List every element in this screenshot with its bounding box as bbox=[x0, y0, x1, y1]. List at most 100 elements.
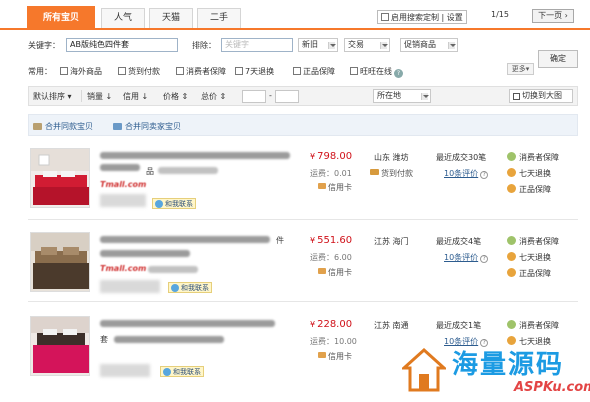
price-max-input[interactable] bbox=[275, 90, 299, 103]
sort-default-label: 默认排序 bbox=[33, 92, 65, 101]
price-value: 798.00 bbox=[317, 151, 353, 162]
seller-name[interactable] bbox=[100, 364, 150, 377]
help-icon[interactable]: ? bbox=[480, 255, 489, 263]
confirm-button[interactable]: 确定 bbox=[538, 50, 578, 68]
product-title[interactable] bbox=[100, 320, 275, 327]
merge-same-seller-label: 合并同卖家宝贝 bbox=[125, 122, 181, 131]
tab-second-hand[interactable]: 二手 bbox=[197, 8, 241, 28]
merge-icon bbox=[33, 123, 42, 130]
custom-search-checkbox[interactable] bbox=[381, 13, 389, 21]
merge-same-item-link[interactable]: 合并同款宝贝 bbox=[33, 121, 93, 132]
filter-consumer-protection[interactable]: 消费者保障 bbox=[176, 66, 226, 77]
checkbox[interactable] bbox=[350, 67, 358, 75]
contact-seller-button[interactable]: 和我联系 bbox=[168, 282, 212, 293]
shield-icon bbox=[507, 236, 516, 245]
return-icon bbox=[507, 168, 516, 177]
credit-card-badge: 信用卡 bbox=[318, 182, 352, 193]
shield-icon bbox=[507, 152, 516, 161]
recent-sales: 最近成交30笔 bbox=[436, 153, 487, 162]
filter-overseas[interactable]: 海外商品 bbox=[60, 66, 102, 77]
filter-genuine[interactable]: 正品保障 bbox=[293, 66, 335, 77]
condition-dropdown[interactable]: 新旧 bbox=[298, 38, 338, 52]
product-thumbnail[interactable] bbox=[30, 232, 90, 292]
shipping-fee: 运费：0.01 bbox=[310, 169, 352, 178]
keyword-input[interactable]: AB版纯色四件套 bbox=[66, 38, 178, 52]
tmall-brand: Tmall.com bbox=[100, 180, 147, 189]
filter-wangwang-online[interactable]: 旺旺在线? bbox=[350, 66, 403, 78]
product-title-line2[interactable] bbox=[100, 164, 140, 171]
sort-default[interactable]: 默认排序 ▾ bbox=[33, 91, 72, 102]
product-price: ¥798.00 bbox=[310, 151, 352, 162]
sort-sales-label: 销量 bbox=[87, 92, 103, 101]
reviews-link[interactable]: 10条评价? bbox=[444, 168, 489, 179]
tab-bar: 所有宝贝 人气 天猫 二手 启用搜索定制 | 设置 1/15 下一页 › bbox=[0, 0, 590, 30]
next-page-button[interactable]: 下一页 › bbox=[532, 9, 574, 23]
bed-photo bbox=[31, 149, 89, 207]
sort-price[interactable]: 价格 ⇕ bbox=[163, 91, 188, 102]
filter-cod[interactable]: 货到付款 bbox=[118, 66, 160, 77]
cod-label: 货到付款 bbox=[381, 169, 413, 178]
product-title-line2[interactable] bbox=[114, 336, 224, 343]
seller-name[interactable] bbox=[100, 280, 160, 293]
promotion-dropdown[interactable]: 促销商品 bbox=[400, 38, 458, 52]
title-fragment: 套 bbox=[100, 335, 108, 344]
tab-popularity[interactable]: 人气 bbox=[101, 8, 145, 28]
house-logo-icon bbox=[402, 348, 446, 392]
seller-location: 江苏 南通 bbox=[374, 321, 409, 330]
sort-bar: 默认排序 ▾ 销量 ↓ 信用 ↓ 价格 ⇕ 总价 ⇕ - 所在地 切换到大图 bbox=[28, 86, 578, 106]
custom-search-toggle[interactable]: 启用搜索定制 | 设置 bbox=[377, 10, 467, 24]
chat-icon bbox=[163, 368, 171, 376]
checkbox[interactable] bbox=[176, 67, 184, 75]
checkbox[interactable] bbox=[60, 67, 68, 75]
tab-all-items[interactable]: 所有宝贝 bbox=[27, 6, 95, 30]
settings-link[interactable]: 设置 bbox=[447, 13, 463, 22]
grid-icon bbox=[513, 93, 520, 100]
sort-sales[interactable]: 销量 ↓ bbox=[87, 91, 112, 102]
seller-name[interactable] bbox=[100, 194, 146, 207]
more-filters-button[interactable]: 更多▾ bbox=[507, 63, 534, 75]
product-thumbnail[interactable] bbox=[30, 316, 90, 376]
contact-seller-button[interactable]: 和我联系 bbox=[160, 366, 204, 377]
credit-card-icon bbox=[318, 268, 326, 274]
service-consumer-protection: 消费者保障 bbox=[507, 152, 559, 163]
price-min-input[interactable] bbox=[242, 90, 266, 103]
tab-tmall[interactable]: 天猫 bbox=[149, 8, 193, 28]
product-thumbnail[interactable] bbox=[30, 148, 90, 208]
help-icon[interactable]: ? bbox=[394, 69, 403, 78]
product-title[interactable] bbox=[100, 152, 290, 159]
filter-panel: 关键字： AB版纯色四件套 排除： 关键字 新旧 交易 促销商品 确定 常用： … bbox=[28, 34, 578, 86]
big-image-view-button[interactable]: 切换到大图 bbox=[509, 89, 573, 103]
contact-seller-button[interactable]: 和我联系 bbox=[152, 198, 196, 209]
exclude-input[interactable]: 关键字 bbox=[221, 38, 293, 52]
divider bbox=[81, 90, 82, 102]
shield-icon bbox=[507, 320, 516, 329]
product-title-line2[interactable] bbox=[100, 250, 190, 257]
contact-label: 和我联系 bbox=[181, 284, 209, 292]
exclude-label: 排除： bbox=[192, 41, 216, 50]
sort-credit[interactable]: 信用 ↓ bbox=[123, 91, 148, 102]
chat-icon bbox=[155, 200, 163, 208]
trade-dropdown[interactable]: 交易 bbox=[344, 38, 390, 52]
page-indicator: 1/15 bbox=[491, 10, 509, 19]
chevron-right-icon: › bbox=[564, 11, 568, 20]
custom-search-label: 启用搜索定制 bbox=[391, 13, 439, 22]
help-icon[interactable]: ? bbox=[480, 171, 489, 179]
recent-sales: 最近成交4笔 bbox=[436, 237, 482, 246]
sort-arrows-icon: ⇕ bbox=[181, 92, 189, 101]
title-fragment: 品 bbox=[146, 167, 154, 176]
location-dropdown[interactable]: 所在地 bbox=[373, 89, 431, 103]
bed-photo bbox=[31, 317, 89, 375]
service-consumer-protection: 消费者保障 bbox=[507, 320, 559, 331]
price-value: 228.00 bbox=[317, 319, 353, 330]
service-label: 正品保障 bbox=[519, 269, 551, 278]
filter-7day-return[interactable]: 7天退换 bbox=[235, 66, 274, 77]
reviews-link[interactable]: 10条评价? bbox=[444, 252, 489, 263]
credit-card-label: 信用卡 bbox=[328, 352, 352, 361]
chat-icon bbox=[171, 284, 179, 292]
checkbox[interactable] bbox=[293, 67, 301, 75]
product-title[interactable] bbox=[100, 236, 270, 243]
checkbox[interactable] bbox=[235, 67, 243, 75]
sort-total[interactable]: 总价 ⇕ bbox=[201, 91, 226, 102]
checkbox[interactable] bbox=[118, 67, 126, 75]
merge-same-seller-link[interactable]: 合并同卖家宝贝 bbox=[113, 121, 181, 132]
